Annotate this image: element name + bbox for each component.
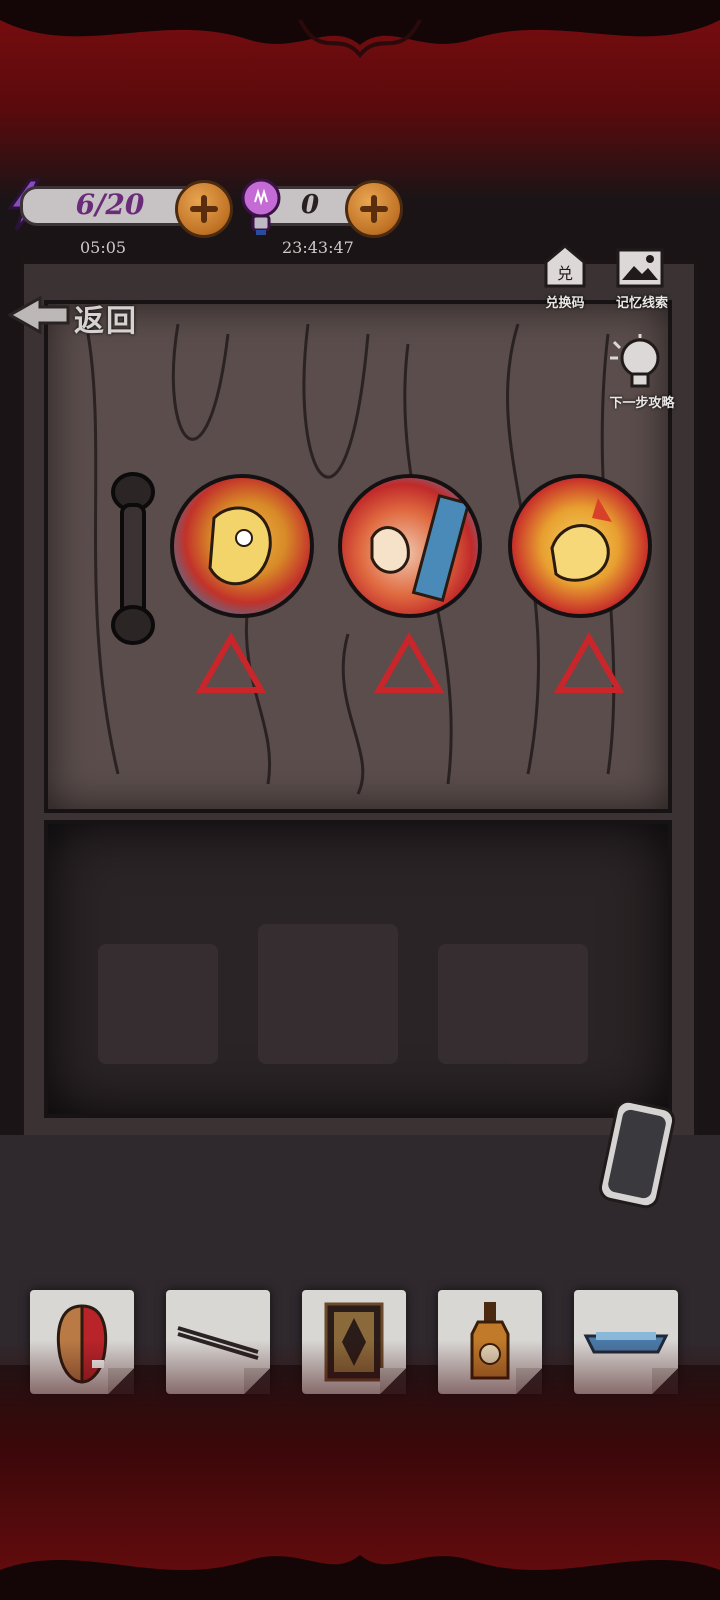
memory-clue-label[interactable]: 记忆线索 — [602, 292, 682, 311]
memory-clue-icon[interactable] — [614, 246, 666, 290]
triangle-button-2[interactable] — [374, 632, 444, 694]
lightbulb-icon — [241, 178, 281, 235]
redeem-code-label[interactable]: 兑换码 — [530, 292, 600, 311]
triangle-button-3[interactable] — [554, 632, 624, 694]
add-hint-button[interactable] — [345, 180, 403, 238]
hint-timer: 23:43:47 — [282, 238, 354, 257]
puzzle-slot-3[interactable] — [508, 474, 652, 618]
puzzle-slot-1[interactable] — [170, 474, 314, 618]
redeem-icon-text: 兑 — [557, 264, 573, 283]
phone-icon[interactable] — [590, 1098, 682, 1210]
lower-shelf[interactable] — [44, 820, 672, 1118]
redeem-code-icon[interactable]: 兑 — [540, 242, 590, 290]
next-step-guide-label[interactable]: 下一步攻略 — [592, 392, 692, 411]
add-energy-button[interactable] — [175, 180, 233, 238]
triangle-button-1[interactable] — [196, 632, 266, 694]
next-step-bulb-icon[interactable] — [604, 332, 670, 394]
back-button[interactable]: 返回 — [74, 296, 138, 340]
energy-counter: 6/20 — [75, 188, 145, 221]
bottom-ornament-icon — [0, 1555, 720, 1600]
puzzle-slot-2[interactable] — [338, 474, 482, 618]
hint-counter: 0 — [300, 190, 320, 220]
back-arrow-icon[interactable] — [6, 294, 72, 336]
top-ornament-icon — [0, 0, 720, 59]
cabinet-handle-icon — [111, 472, 155, 645]
energy-timer: 05:05 — [80, 238, 127, 257]
